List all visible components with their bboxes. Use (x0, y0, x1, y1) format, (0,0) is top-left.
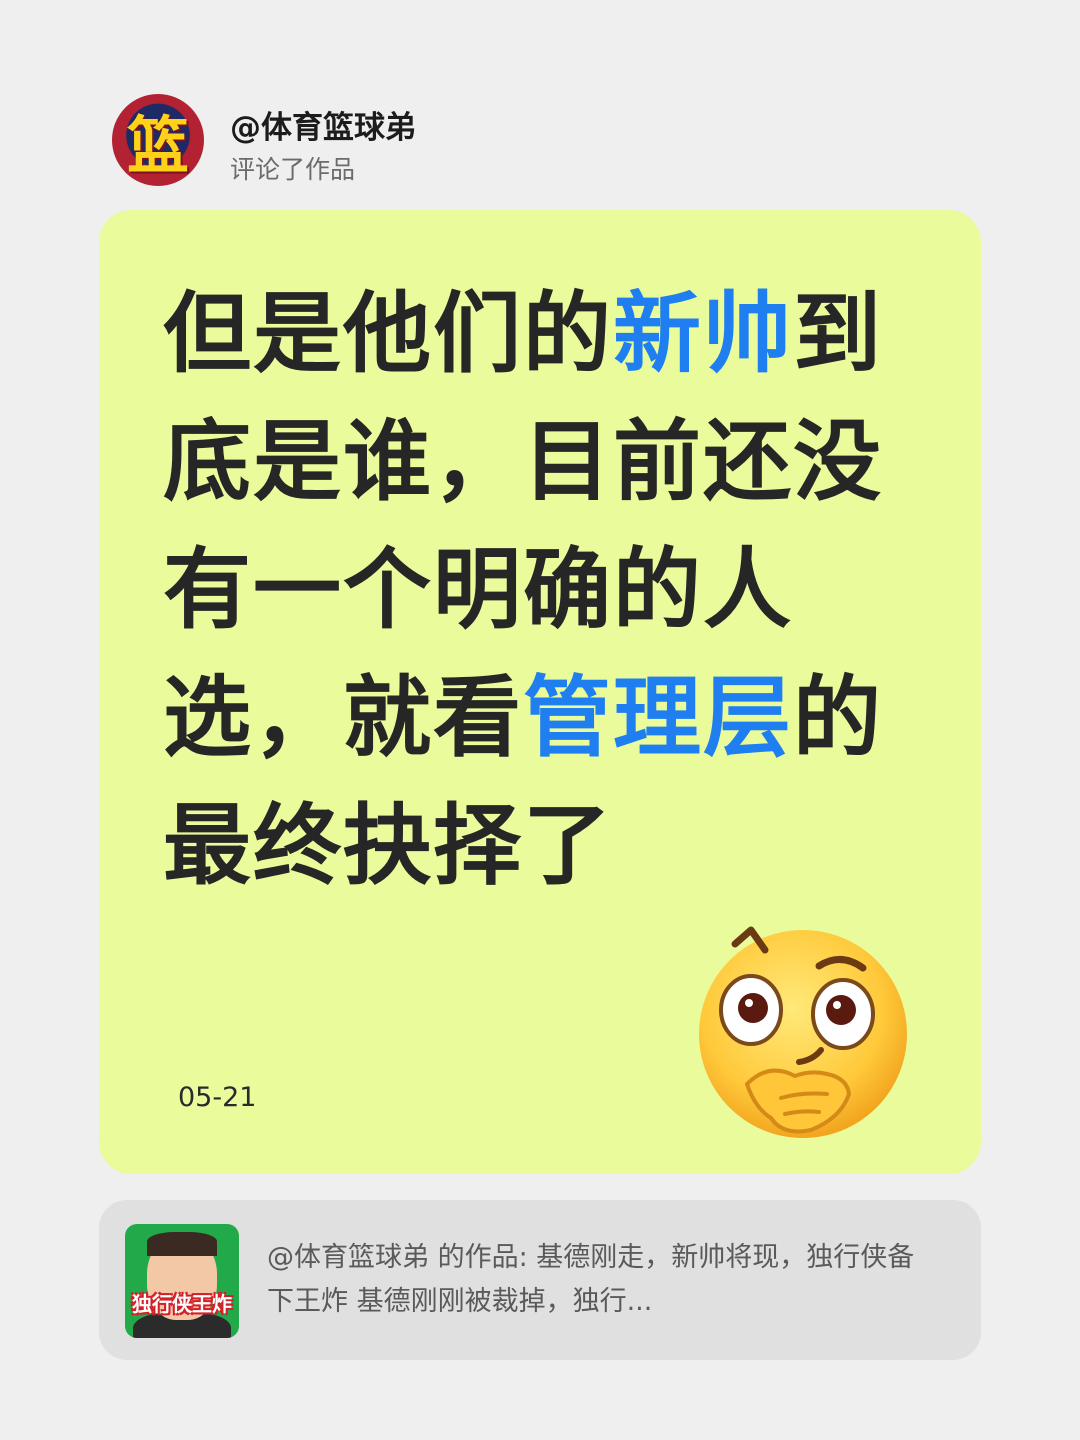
username[interactable]: @体育篮球弟 (230, 102, 416, 147)
avatar-logo: 篮 (126, 109, 189, 182)
comment-highlight: 新帅 (613, 282, 794, 385)
comment-text: 但是他们的新帅到底是谁，目前还没有一个明确的人选，就看管理层的最终抉择了 (163, 270, 923, 910)
post-thumbnail[interactable]: 独行侠王炸 (125, 1224, 239, 1338)
action-text: 评论了作品 (230, 155, 356, 184)
avatar[interactable]: 篮 (112, 94, 204, 186)
thinking-face-icon (699, 926, 907, 1138)
comment-segment: 但是他们的 (163, 282, 614, 385)
comment-card: 但是他们的新帅到底是谁，目前还没有一个明确的人选，就看管理层的最终抉择了 05-… (99, 210, 981, 1174)
referenced-post-text[interactable]: @体育篮球弟 的作品: 基德刚走，新帅将现，独行侠备下王炸 基德刚刚被裁掉，独行… (267, 1236, 931, 1324)
comment-date: 05-21 (178, 1082, 257, 1113)
comment-highlight: 管理层 (523, 666, 794, 769)
thumbnail-label: 独行侠王炸 (132, 1292, 232, 1316)
referenced-post[interactable]: 独行侠王炸 @体育篮球弟 的作品: 基德刚走，新帅将现，独行侠备下王炸 基德刚刚… (99, 1200, 981, 1360)
thumbnail-hair (147, 1232, 217, 1256)
